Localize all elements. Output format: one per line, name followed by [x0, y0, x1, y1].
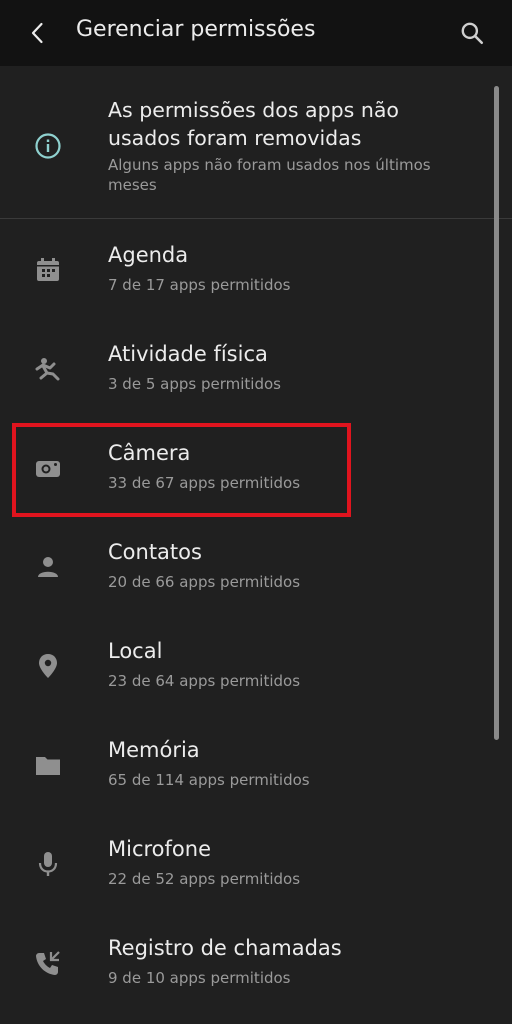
permission-subtitle: 23 de 64 apps permitidos	[108, 672, 301, 690]
removed-permissions-notice[interactable]: As permissões dos apps não usados foram …	[0, 66, 512, 219]
permission-item-atividade-fisica[interactable]: Atividade física 3 de 5 apps permitidos	[0, 319, 490, 418]
search-icon	[461, 22, 484, 45]
permission-title: Agenda	[108, 243, 189, 267]
page-title: Gerenciar permissões	[76, 17, 316, 42]
app-bar: Gerenciar permissões	[0, 0, 512, 66]
permission-subtitle: 65 de 114 apps permitidos	[108, 771, 310, 789]
permission-subtitle: 7 de 17 apps permitidos	[108, 276, 291, 294]
permission-item-registro-de-chamadas[interactable]: Registro de chamadas 9 de 10 apps permit…	[0, 913, 490, 1012]
permission-item-contatos[interactable]: Contatos 20 de 66 apps permitidos	[0, 517, 490, 616]
microphone-icon	[38, 852, 58, 876]
permission-subtitle: 22 de 52 apps permitidos	[108, 870, 301, 888]
physical-activity-icon	[35, 358, 60, 381]
notice-subtitle: Alguns apps não foram usados nos últimos…	[108, 156, 431, 194]
location-pin-icon	[39, 654, 57, 678]
scrollbar[interactable]	[494, 86, 499, 740]
permission-item-agenda[interactable]: Agenda 7 de 17 apps permitidos	[0, 220, 490, 319]
permission-subtitle: 20 de 66 apps permitidos	[108, 573, 301, 591]
permission-title: Microfone	[108, 837, 211, 861]
permission-subtitle: 9 de 10 apps permitidos	[108, 969, 291, 987]
call-log-icon	[36, 951, 60, 975]
folder-icon	[36, 757, 60, 775]
permission-subtitle: 3 de 5 apps permitidos	[108, 375, 281, 393]
notice-title: As permissões dos apps não usados foram …	[108, 98, 399, 150]
permission-title: Contatos	[108, 540, 202, 564]
permission-title: Local	[108, 639, 163, 663]
search-button[interactable]	[450, 11, 494, 55]
calendar-icon	[37, 258, 59, 281]
back-button[interactable]	[16, 11, 60, 55]
permission-manager-screen: Gerenciar permissões As permissões dos a…	[0, 0, 512, 1024]
permission-title: Atividade física	[108, 342, 268, 366]
divider	[0, 218, 512, 219]
info-icon	[35, 133, 61, 159]
permission-item-microfone[interactable]: Microfone 22 de 52 apps permitidos	[0, 814, 490, 913]
permission-item-local[interactable]: Local 23 de 64 apps permitidos	[0, 616, 490, 715]
person-icon	[38, 557, 58, 577]
chevron-left-icon	[31, 22, 43, 44]
permission-title: Memória	[108, 738, 200, 762]
permission-item-memoria[interactable]: Memória 65 de 114 apps permitidos	[0, 715, 490, 814]
permission-title: Registro de chamadas	[108, 936, 342, 960]
highlight-box	[12, 423, 351, 517]
